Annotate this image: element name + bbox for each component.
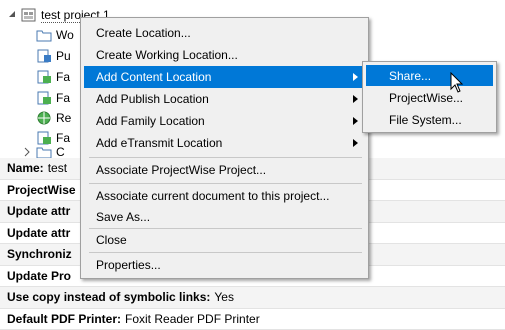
tree-item[interactable]: Fa — [36, 88, 70, 108]
menu-item-label: Close — [96, 233, 127, 247]
menu-item-properties[interactable]: Properties... — [84, 254, 365, 276]
mouse-cursor-icon — [450, 72, 464, 93]
tree-item[interactable]: C — [22, 145, 65, 158]
menu-item-add-publish-location[interactable]: Add Publish Location — [84, 88, 365, 110]
property-row: Use copy instead of symbolic links: Yes — [0, 287, 505, 309]
submenu-item-label: File System... — [389, 112, 462, 127]
menu-item-create-location[interactable]: Create Location... — [84, 22, 365, 44]
menu-item-label: Associate current document to this proje… — [96, 189, 330, 203]
property-name: Update Pro — [7, 268, 72, 283]
submenu-arrow-icon — [353, 139, 358, 147]
add-content-location-submenu: Share... ProjectWise... File System... — [362, 61, 497, 133]
tree-item[interactable]: Wo — [36, 25, 74, 45]
menu-item-label: Add Content Location — [96, 70, 212, 84]
tree-item-label: Fa — [56, 70, 71, 84]
tree-item[interactable]: Pu — [36, 46, 71, 66]
folder-icon — [36, 28, 52, 42]
folder-icon — [36, 145, 52, 158]
menu-item-associate-current-document[interactable]: Associate current document to this proje… — [84, 185, 365, 207]
tree-item[interactable]: Re — [36, 108, 71, 128]
property-value: Foxit Reader PDF Printer — [125, 311, 260, 326]
menu-item-label: Associate ProjectWise Project... — [96, 163, 267, 177]
menu-separator — [89, 183, 362, 184]
menu-item-save-as[interactable]: Save As... — [84, 206, 365, 228]
property-name: Default PDF Printer: — [7, 311, 122, 326]
submenu-item-share[interactable]: Share... — [366, 65, 493, 86]
property-name: Use copy instead of symbolic links: — [7, 290, 211, 305]
menu-item-label: Add Publish Location — [96, 92, 209, 106]
submenu-item-file-system[interactable]: File System... — [366, 109, 493, 130]
expand-arrow-icon[interactable] — [22, 147, 32, 157]
property-name: ProjectWise — [7, 182, 76, 197]
menu-item-create-working-location[interactable]: Create Working Location... — [84, 44, 365, 66]
context-menu: Create Location... Create Working Locati… — [80, 17, 369, 279]
property-value: test — [47, 161, 68, 176]
submenu-arrow-icon — [353, 95, 358, 103]
property-name: Update attr — [7, 204, 71, 219]
property-row: Default PDF Printer: Foxit Reader PDF Pr… — [0, 309, 505, 330]
family-icon — [36, 70, 52, 84]
project-icon — [21, 8, 37, 22]
menu-item-label: Add Family Location — [96, 114, 205, 128]
menu-item-close[interactable]: Close — [84, 229, 365, 251]
menu-item-label: Create Location... — [96, 26, 191, 40]
tree-item-label: Fa — [56, 91, 71, 105]
menu-item-label: Create Working Location... — [96, 48, 238, 62]
menu-item-add-family-location[interactable]: Add Family Location — [84, 110, 365, 132]
menu-separator — [89, 157, 362, 158]
family-icon — [36, 131, 52, 145]
property-name: Update attr — [7, 225, 71, 240]
tree-item-label: C — [56, 145, 65, 158]
submenu-arrow-icon — [353, 73, 358, 81]
menu-item-add-etransmit-location[interactable]: Add eTransmit Location — [84, 132, 365, 154]
menu-item-label: Save As... — [96, 210, 151, 224]
property-name: Synchroniz — [7, 247, 72, 262]
tree-item-label: Fa — [56, 131, 71, 145]
menu-separator — [89, 252, 362, 253]
family-icon — [36, 91, 52, 105]
tree-item-label: Pu — [56, 49, 71, 63]
submenu-arrow-icon — [353, 117, 358, 125]
menu-item-label: Add eTransmit Location — [96, 136, 223, 150]
submenu-item-label: Share... — [389, 68, 432, 83]
property-name: Name: — [7, 161, 44, 176]
menu-item-label: Properties... — [96, 258, 161, 272]
tree-item-label: Re — [56, 111, 72, 125]
submenu-item-projectwise[interactable]: ProjectWise... — [366, 87, 493, 108]
globe-icon — [36, 111, 52, 125]
tree-item-label: Wo — [56, 28, 74, 42]
tree-item[interactable]: Fa — [36, 67, 70, 87]
menu-item-associate-projectwise-project[interactable]: Associate ProjectWise Project... — [84, 159, 365, 181]
collapse-arrow-icon[interactable] — [7, 10, 17, 20]
document-icon — [36, 49, 52, 63]
property-value: Yes — [214, 290, 234, 305]
menu-item-add-content-location[interactable]: Add Content Location — [84, 66, 365, 88]
